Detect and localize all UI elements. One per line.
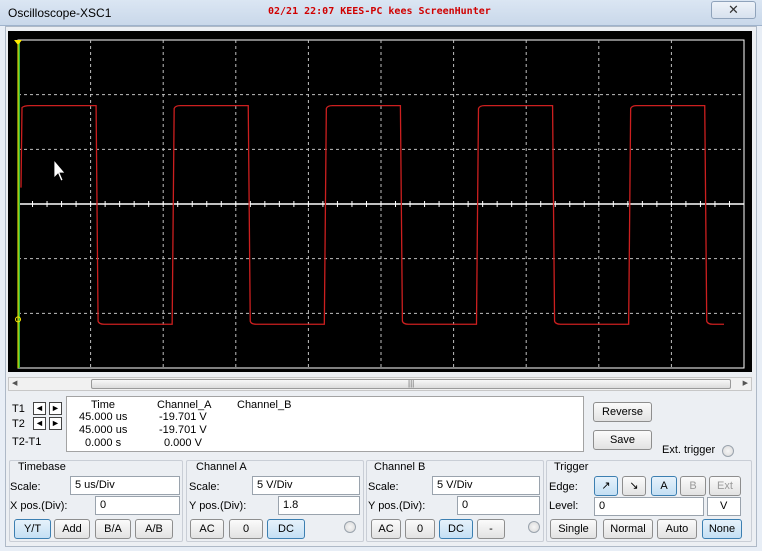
- oscilloscope-screen[interactable]: [8, 31, 752, 372]
- scroll-thumb[interactable]: |||: [91, 379, 731, 389]
- t2-left-arrow-icon[interactable]: ◄: [33, 417, 46, 430]
- channel-b-scale-label: Scale:: [368, 481, 399, 493]
- readout-header-channel-b: Channel_B: [237, 399, 292, 411]
- trigger-source-ext-button[interactable]: Ext: [709, 476, 741, 496]
- readout-t1-time: 45.000 us: [79, 411, 128, 423]
- readout-diff-time: 0.000 s: [85, 437, 122, 449]
- readout-t1-channel-a: -19.701 V: [159, 411, 207, 423]
- scroll-right-icon[interactable]: ▶: [743, 379, 748, 387]
- t1-left-arrow-icon[interactable]: ◄: [33, 402, 46, 415]
- trigger-level-unit[interactable]: V: [707, 497, 741, 516]
- t1-label: T1: [12, 403, 25, 415]
- channel-a-scale-field[interactable]: 5 V/Div: [252, 476, 360, 495]
- reverse-button[interactable]: Reverse: [593, 402, 652, 422]
- trigger-source-a-button[interactable]: A: [651, 476, 677, 496]
- readout-t2-channel-a: -19.701 V: [159, 424, 207, 436]
- mode-ab-button[interactable]: A/B: [135, 519, 173, 539]
- channel-b-zero-button[interactable]: 0: [405, 519, 435, 539]
- channel-a-title: Channel A: [194, 461, 249, 473]
- trigger-level-label: Level:: [549, 500, 579, 512]
- channel-b-title: Channel B: [372, 461, 428, 473]
- t1-cursor-marker-icon: [14, 40, 22, 45]
- screenhunter-banner: 02/21 22:07 KEES-PC kees ScreenHunter: [268, 6, 491, 17]
- channel-a-dc-button[interactable]: DC: [267, 519, 305, 539]
- t2-t1-label: T2-T1: [12, 436, 42, 448]
- timebase-scale-field[interactable]: 5 us/Div: [70, 476, 180, 495]
- timebase-title: Timebase: [16, 461, 68, 473]
- t2-right-arrow-icon[interactable]: ►: [49, 417, 62, 430]
- trigger-level-field[interactable]: 0: [594, 497, 704, 516]
- t2-label: T2: [12, 418, 25, 430]
- readout-diff-channel-a: 0.000 V: [164, 437, 202, 449]
- channel-b-ypos-label: Y pos.(Div):: [368, 500, 426, 512]
- save-button[interactable]: Save: [593, 430, 652, 450]
- ext-trigger-label: Ext. trigger: [662, 444, 716, 456]
- readout-t2-time: 45.000 us: [79, 424, 128, 436]
- mode-yt-button[interactable]: Y/T: [14, 519, 51, 539]
- trigger-single-button[interactable]: Single: [550, 519, 597, 539]
- close-button[interactable]: ✕: [711, 1, 756, 19]
- trigger-none-button[interactable]: None: [702, 519, 742, 539]
- timebase-xpos-label: X pos.(Div):: [10, 500, 68, 512]
- mode-ba-button[interactable]: B/A: [95, 519, 131, 539]
- channel-b-terminal[interactable]: [528, 521, 540, 533]
- channel-a-zero-button[interactable]: 0: [229, 519, 263, 539]
- title-bar: Oscilloscope-XSC1 02/21 22:07 KEES-PC ke…: [0, 0, 762, 26]
- trigger-normal-button[interactable]: Normal: [603, 519, 653, 539]
- trigger-edge-label: Edge:: [549, 481, 578, 493]
- channel-a-terminal[interactable]: [344, 521, 356, 533]
- channel-a-ac-button[interactable]: AC: [190, 519, 224, 539]
- channel-a-ypos-label: Y pos.(Div):: [189, 500, 247, 512]
- ext-trigger-terminal[interactable]: [722, 445, 734, 457]
- channel-b-minus-button[interactable]: -: [477, 519, 505, 539]
- cursor-readout: Time Channel_A Channel_B 45.000 us -19.7…: [66, 396, 584, 452]
- trigger-title: Trigger: [552, 461, 591, 473]
- channel-b-ypos-field[interactable]: 0: [457, 496, 540, 515]
- rising-edge-icon[interactable]: ↗: [594, 476, 618, 496]
- trigger-auto-button[interactable]: Auto: [657, 519, 697, 539]
- horizontal-scrollbar[interactable]: ◀ ||| ▶: [8, 377, 752, 391]
- falling-edge-icon[interactable]: ↘: [622, 476, 646, 496]
- channel-b-dc-button[interactable]: DC: [439, 519, 473, 539]
- window-title: Oscilloscope-XSC1: [8, 6, 112, 20]
- channel-a-ypos-field[interactable]: 1.8: [278, 496, 360, 515]
- grip-icon: |||: [408, 379, 415, 388]
- channel-a-scale-label: Scale:: [189, 481, 220, 493]
- readout-header-channel-a: Channel_A: [157, 399, 212, 411]
- mouse-pointer-icon: [53, 158, 66, 182]
- t1-right-arrow-icon[interactable]: ►: [49, 402, 62, 415]
- timebase-xpos-field[interactable]: 0: [95, 496, 180, 515]
- scroll-left-icon[interactable]: ◀: [12, 379, 17, 387]
- channel-b-scale-field[interactable]: 5 V/Div: [432, 476, 540, 495]
- trigger-source-b-button[interactable]: B: [680, 476, 706, 496]
- channel-b-ac-button[interactable]: AC: [371, 519, 401, 539]
- readout-header-time: Time: [91, 399, 116, 411]
- oscilloscope-display: [14, 39, 745, 369]
- timebase-scale-label: Scale:: [10, 481, 41, 493]
- channel-a-trace: [20, 104, 724, 325]
- mode-add-button[interactable]: Add: [54, 519, 90, 539]
